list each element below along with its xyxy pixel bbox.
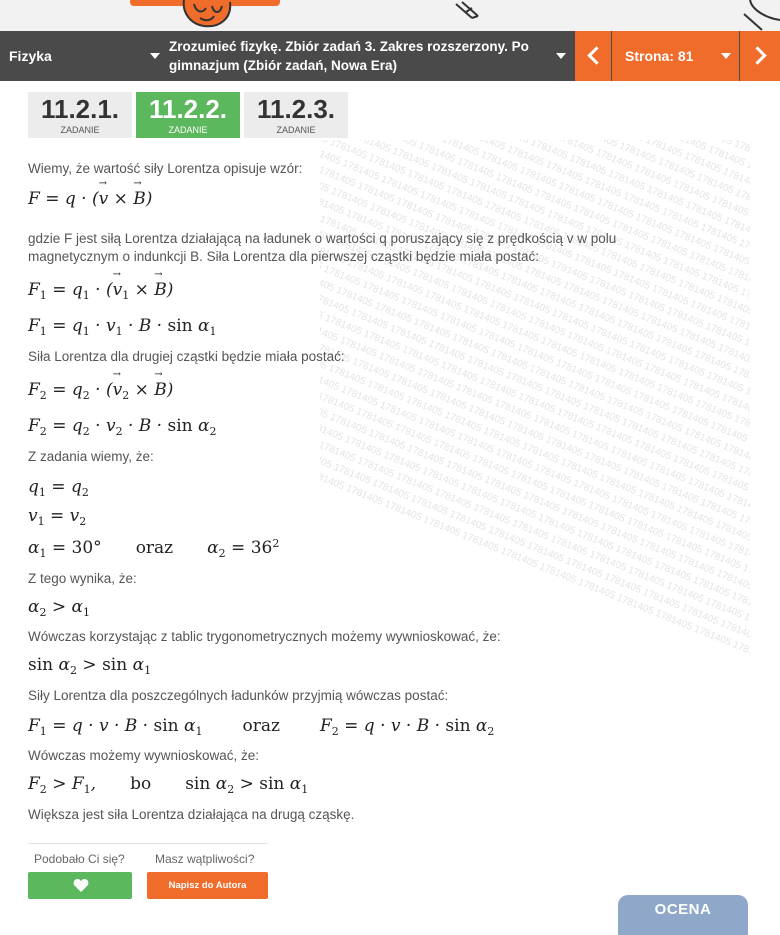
page-dropdown-icon [721, 53, 731, 59]
tab-label: ZADANIE [168, 125, 208, 135]
word-bo: bo [130, 774, 152, 794]
word-oraz: oraz [135, 538, 174, 558]
word-oraz-2: oraz [242, 716, 280, 736]
decoration-icon [743, 0, 780, 31]
subject-selector[interactable]: Fizyka [9, 48, 52, 64]
rating-button[interactable]: OCENA [618, 895, 748, 935]
pencil-icon [455, 1, 479, 19]
book-selector[interactable]: Zrozumieć fizykę. Zbiór zadań 3. Zakres … [169, 37, 549, 75]
solution-para1-line2: magnetycznym o indunkcji B. Siła Lorentz… [28, 249, 539, 264]
tab-task-11-2-2[interactable]: 11.2.2. ZADANIE [136, 92, 240, 138]
solution-intro: Wiemy, że wartość siły Lorentza opisuje … [28, 161, 303, 176]
page-label: Strona: 81 [625, 48, 694, 64]
alpha2-value: 36 [250, 538, 273, 558]
subject-dropdown-icon[interactable] [150, 53, 160, 59]
top-banner [0, 0, 780, 31]
solution-forces: Siły Lorentza dla poszczególnych ładunkó… [28, 688, 449, 703]
solution-from-task: Z zadania wiemy, że: [28, 449, 154, 464]
page-selector[interactable]: Strona: 81 [612, 31, 739, 81]
heart-icon [73, 879, 89, 892]
solution-deduce: Wówczas możemy wywnioskować, że: [28, 748, 260, 763]
formula-f1-scalar: F1 = q1 · v1 · B · sin α1 [28, 316, 217, 338]
tab-number: 11.2.2. [148, 94, 228, 124]
solution-trig: Wówczas korzystając z tablic trygonometr… [28, 629, 501, 644]
tab-number: 11.2.3. [256, 94, 336, 124]
formula-f2-scalar: F2 = q2 · v2 · B · sin α2 [28, 416, 217, 438]
solution-final: Większa jest siła Lorentza działająca na… [28, 807, 355, 822]
brain-icon [182, 0, 232, 28]
tab-label: ZADANIE [276, 125, 316, 135]
chevron-right-icon [748, 46, 767, 65]
formula-f2-vector: F2 = q2 · (v2 × B) [28, 369, 173, 402]
doubt-question: Masz wątpliwości? [155, 852, 255, 866]
formula-alpha-compare: α2 > α1 [28, 597, 91, 619]
tab-label: ZADANIE [60, 125, 100, 135]
solution-conclusion: Z tego wynika, że: [28, 571, 137, 586]
formula-v-equal: v1 = v2 [28, 506, 87, 528]
tab-number: 11.2.1. [40, 94, 120, 124]
formula-lorentz-general: F = q · (v × B) [28, 178, 152, 209]
tab-task-11-2-3[interactable]: 11.2.3. ZADANIE [244, 92, 348, 138]
book-title-line2: gimnazjum (Zbiór zadań, Nowa Era) [169, 58, 398, 73]
solution-para1-line1: gdzie F jest siłą Lorentza działającą na… [28, 231, 617, 246]
next-page-button[interactable] [740, 31, 780, 81]
book-dropdown-icon[interactable] [556, 53, 566, 59]
previous-page-button[interactable] [575, 31, 611, 81]
formula-q-equal: q1 = q2 [28, 477, 89, 499]
solution-second-particle: Siła Lorentza dla drugiej cząstki będzie… [28, 349, 345, 364]
formula-final: F2 > F1, bo sin α2 > sin α1 [28, 774, 309, 796]
like-question: Podobało Ci się? [34, 852, 125, 866]
book-title-line1: Zrozumieć fizykę. Zbiór zadań 3. Zakres … [169, 39, 529, 54]
chevron-left-icon [587, 46, 606, 65]
footer-divider [28, 843, 268, 844]
formula-forces: F1 = q · v · B · sin α1 oraz F2 = q · v · … [28, 716, 495, 738]
tab-task-11-2-1[interactable]: 11.2.1. ZADANIE [28, 92, 132, 138]
like-button[interactable] [28, 872, 132, 899]
alpha1-value: 30° [71, 538, 102, 558]
write-to-author-button[interactable]: Napisz do Autora [147, 872, 268, 899]
formula-angles: α1 = 30° oraz α2 = 362 [28, 537, 280, 560]
formula-sin-compare: sin α2 > sin α1 [28, 655, 152, 677]
formula-f1-vector: F1 = q1 · (v1 × B) [28, 269, 173, 302]
